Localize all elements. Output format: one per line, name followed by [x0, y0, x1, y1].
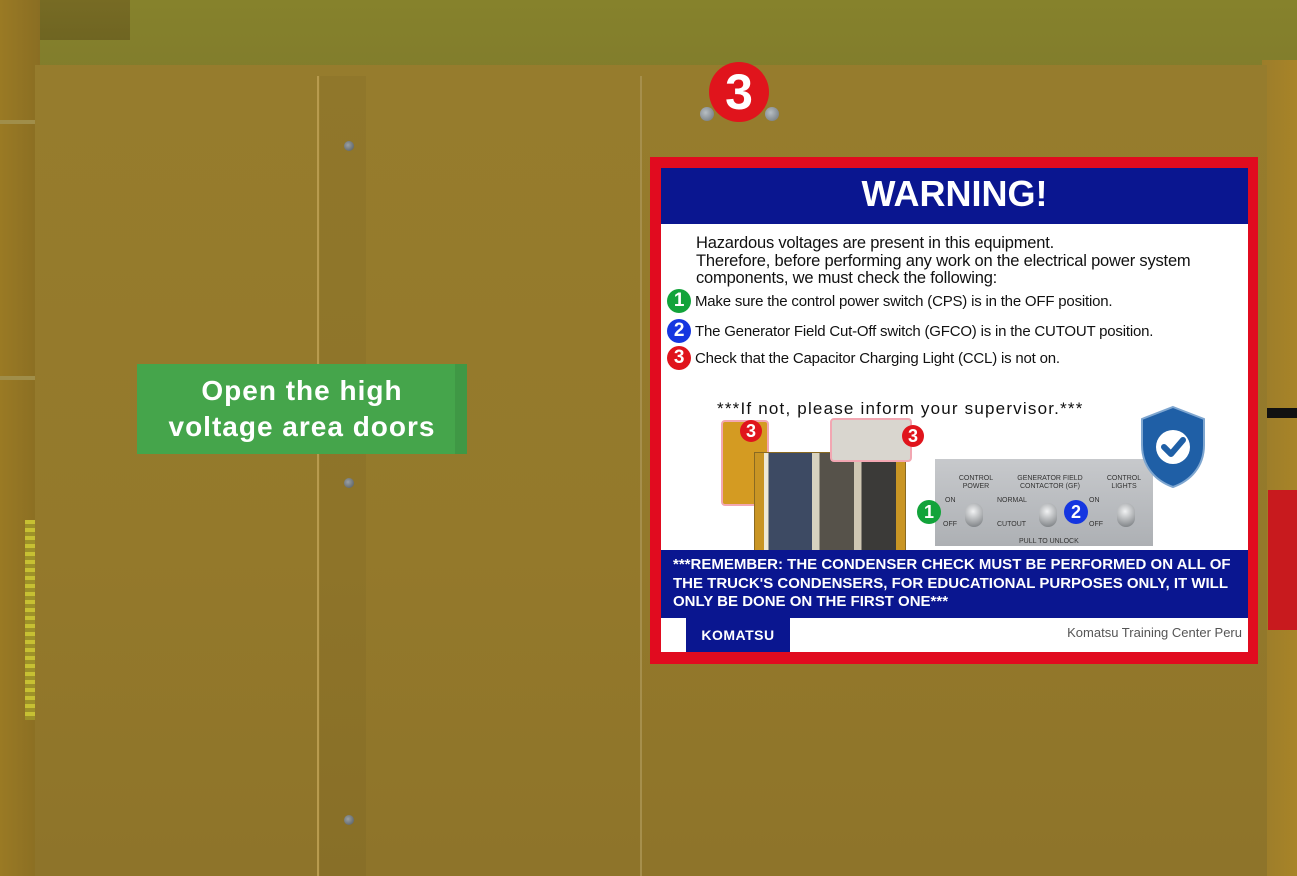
door-edge-right	[640, 76, 642, 876]
warning-intro: Hazardous voltages are present in this e…	[696, 234, 1236, 288]
switch-label: PULL TO UNLOCK	[1019, 538, 1079, 545]
marker-bolt	[765, 107, 779, 121]
inform-supervisor: ***If not, please inform your supervisor…	[717, 399, 1084, 418]
intro-line: Therefore, before performing any work on…	[696, 251, 1191, 270]
right-edge-red-part	[1268, 490, 1297, 630]
switch-label: GENERATOR FIELD CONTACTOR (GF)	[1017, 475, 1083, 490]
switch-label: CONTROL POWER	[958, 475, 994, 490]
door-bolt	[344, 141, 354, 151]
ccl-detail-photo	[830, 418, 912, 462]
check-item-text: The Generator Field Cut-Off switch (GFCO…	[695, 322, 1154, 340]
photo-pin: 1	[917, 500, 941, 524]
switch-label: OFF	[1089, 521, 1103, 528]
switch-label: ON	[1089, 497, 1100, 504]
cabinet-photo	[754, 452, 906, 554]
objective-hint[interactable]: Open the high voltage area doors	[137, 364, 467, 454]
rail	[0, 120, 35, 124]
door-bolt	[344, 478, 354, 488]
switch-label: CUTOUT	[997, 521, 1027, 528]
shield-check-icon	[1141, 405, 1205, 489]
door-seam-shade	[320, 76, 366, 876]
check-item-text: Check that the Capacitor Charging Light …	[695, 349, 1060, 367]
photo-pin: 3	[902, 425, 924, 447]
switch-label: OFF	[943, 521, 957, 528]
switch-label: ON	[945, 497, 956, 504]
warning-title: WARNING!	[661, 168, 1248, 224]
komatsu-logo: KOMATSU	[686, 618, 790, 652]
number-badge: 3	[667, 346, 691, 370]
hazard-stripe	[25, 520, 35, 720]
check-item: 3 Check that the Capacitor Charging Ligh…	[667, 346, 1060, 370]
photo-pin: 3	[740, 420, 762, 442]
left-frame	[0, 0, 40, 876]
rail	[0, 376, 35, 380]
check-item-text: Make sure the control power switch (CPS)…	[695, 292, 1113, 310]
intro-line: components, we must check the following:	[696, 269, 998, 287]
intro-line: Hazardous voltages are present in this e…	[696, 234, 1054, 252]
footer-text: Komatsu Training Center Peru	[1067, 625, 1242, 640]
toggle-switch	[965, 503, 983, 527]
warning-sign-body: WARNING! Hazardous voltages are present …	[661, 168, 1248, 652]
marker-bolt	[700, 107, 714, 121]
switch-panel-photo: CONTROL POWER GENERATOR FIELD CONTACTOR …	[917, 459, 1153, 546]
remember-banner: ***REMEMBER: THE CONDENSER CHECK MUST BE…	[661, 550, 1248, 618]
photo-pin: 2	[1064, 500, 1088, 524]
check-item: 1 Make sure the control power switch (CP…	[667, 289, 1113, 313]
toggle-switch	[1039, 503, 1057, 527]
game-scene: Open the high voltage area doors 3 WARNI…	[0, 0, 1297, 876]
door-edge-left	[317, 76, 319, 876]
check-item: 2 The Generator Field Cut-Off switch (GF…	[667, 319, 1153, 343]
switch-label: NORMAL	[997, 497, 1027, 504]
right-edge-bracket	[1266, 408, 1297, 418]
toggle-switch	[1117, 503, 1135, 527]
step-marker[interactable]: 3	[709, 62, 769, 122]
door-bolt	[344, 815, 354, 825]
right-frame	[1262, 60, 1297, 876]
number-badge: 1	[667, 289, 691, 313]
warning-sign: WARNING! Hazardous voltages are present …	[650, 157, 1258, 664]
number-badge: 2	[667, 319, 691, 343]
